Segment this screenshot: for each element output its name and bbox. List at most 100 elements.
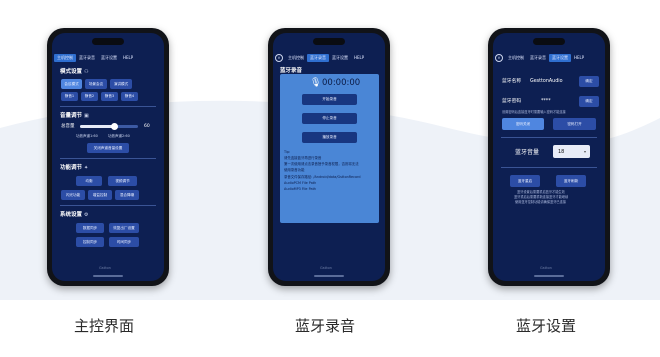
tab-bt-settings[interactable]: 蓝牙设置 — [549, 53, 571, 62]
function-button-1[interactable]: 均衡 — [76, 176, 102, 186]
bt-volume-label: 蓝牙音量 — [515, 149, 540, 156]
mode-settings-icon: ⚇ — [84, 69, 89, 75]
mode-settings-title: 模式设置 ⚇ — [60, 69, 89, 75]
brand-label: Gstton — [99, 266, 111, 270]
caption-bt-settings: 蓝牙设置 — [516, 317, 577, 335]
start-record-button[interactable]: 开始录音 — [302, 94, 357, 105]
tab-bar: ✕ 主机控制 蓝牙录音 蓝牙设置 HELP — [273, 52, 385, 63]
tip-line: 第一次使用请点击录音授予录音权限，否则将无法 — [284, 162, 359, 166]
phone-bt-record: ✕ 主机控制 蓝牙录音 蓝牙设置 HELP 蓝牙录音 🎙 00:00:00 开始… — [268, 28, 390, 286]
tab-bt-settings[interactable]: 蓝牙设置 — [329, 54, 351, 62]
bt-password-value[interactable]: **** — [541, 99, 551, 105]
record-timer: 00:00:00 — [322, 78, 361, 88]
tip-line: 使用录音功能 — [284, 168, 305, 172]
data-sync-button[interactable]: 数据同步 — [76, 223, 104, 233]
tab-bt-record[interactable]: 蓝牙录音 — [76, 54, 98, 62]
record-title: 蓝牙录音 — [280, 68, 303, 74]
mute-button-1[interactable]: 静音1 — [61, 92, 78, 101]
divider — [60, 205, 156, 206]
password-off-button[interactable]: 密码关闭 — [502, 118, 544, 130]
name-confirm-button[interactable]: 确定 — [579, 76, 599, 87]
screen-bt-record: ✕ 主机控制 蓝牙录音 蓝牙设置 HELP 蓝牙录音 🎙 00:00:00 开始… — [273, 33, 385, 281]
slider-fill — [80, 125, 115, 128]
microphone-icon: 🎙 — [310, 78, 322, 88]
home-indicator — [314, 275, 344, 277]
divider — [501, 137, 597, 138]
function-button-3[interactable]: 闪光功能 — [61, 190, 85, 200]
home-indicator — [534, 275, 564, 277]
tip-line: AudioPCM File Path — [284, 181, 317, 185]
bt-name-value[interactable]: GesttonAudio — [530, 79, 563, 85]
tab-bt-settings[interactable]: 蓝牙设置 — [98, 54, 120, 62]
bt-volume-select[interactable]: 18 ▾ — [553, 145, 590, 158]
mode-button-1[interactable]: 会议模式 — [61, 79, 82, 89]
total-volume-label: 总音量 — [61, 124, 75, 129]
tab-bar: 主机控制 蓝牙录音 蓝牙设置 HELP — [52, 52, 164, 63]
tab-help[interactable]: HELP — [120, 54, 136, 62]
mute-button-2[interactable]: 静音2 — [81, 92, 98, 101]
tip-line: Tip: — [284, 150, 291, 154]
password-confirm-button[interactable]: 确定 — [579, 96, 599, 107]
channel2-value: 功放声道2:60 — [108, 134, 130, 138]
brand-label: Gstton — [540, 266, 552, 270]
tab-host-control[interactable]: 主机控制 — [505, 54, 527, 62]
bt-name-label: 蓝牙名称 — [502, 79, 522, 84]
dynamic-island — [313, 38, 345, 45]
total-volume-value: 60 — [144, 124, 150, 129]
bt-note-line: 使用蓝牙控制功能请确保蓝牙已连接 — [515, 200, 566, 204]
total-volume-slider[interactable] — [80, 123, 138, 130]
bt-restart-button[interactable]: 蓝牙重启 — [510, 175, 540, 187]
channel1-value: 功放声道1:60 — [76, 134, 98, 138]
caption-main-control: 主控界面 — [74, 317, 135, 335]
divider — [60, 106, 156, 107]
chevron-down-icon: ▾ — [583, 149, 586, 154]
tip-line: 请先连接蓝牙再进行录音 — [284, 156, 322, 160]
tab-host-control[interactable]: 主机控制 — [285, 54, 307, 62]
volume-title: 音量调节 ▣ — [60, 113, 89, 119]
control-sync-button[interactable]: 控制同步 — [76, 237, 104, 247]
mute-button-3[interactable]: 静音3 — [101, 92, 118, 101]
brand-label: Gstton — [320, 266, 332, 270]
tip-line: 录音文件保存路径: /Android/data/GsttonRecord — [284, 175, 361, 179]
tab-host-control[interactable]: 主机控制 — [54, 53, 76, 62]
home-indicator — [93, 275, 123, 277]
tab-help[interactable]: HELP — [571, 54, 587, 62]
function-button-5[interactable]: 混合降噪 — [115, 190, 139, 200]
phone-bt-settings: ✕ 主机控制 蓝牙录音 蓝牙设置 HELP 蓝牙名称 GesttonAudio … — [488, 28, 610, 286]
play-record-button[interactable]: 播放录音 — [302, 132, 357, 143]
dynamic-island — [92, 38, 124, 45]
mode-button-3[interactable]: 演讲模式 — [110, 79, 132, 89]
divider — [60, 158, 156, 159]
function-title: 功能调节 ✦ — [60, 165, 89, 171]
screen-main-control: 主机控制 蓝牙录音 蓝牙设置 HELP 模式设置 ⚇ 会议模式 场景会议 演讲模式… — [52, 33, 164, 281]
password-on-button[interactable]: 密码打开 — [553, 118, 596, 130]
bt-refresh-button[interactable]: 蓝牙刷新 — [556, 175, 586, 187]
factory-reset-button[interactable]: 恢复出厂设置 — [109, 223, 139, 233]
bt-volume-value: 18 — [558, 148, 565, 155]
divider — [501, 167, 597, 168]
tab-bt-record[interactable]: 蓝牙录音 — [307, 53, 329, 62]
bt-password-label: 蓝牙密码 — [502, 99, 522, 104]
close-icon[interactable]: ✕ — [275, 53, 283, 62]
close-icon[interactable]: ✕ — [495, 53, 503, 62]
gear-icon: ⚙ — [84, 212, 89, 218]
tab-help[interactable]: HELP — [351, 54, 367, 62]
stop-record-button[interactable]: 停止录音 — [302, 113, 357, 124]
tab-bt-record[interactable]: 蓝牙录音 — [527, 54, 549, 62]
speaker-icon: ▣ — [84, 113, 89, 119]
function-button-2[interactable]: 视频调节 — [108, 176, 137, 186]
tab-bar: ✕ 主机控制 蓝牙录音 蓝牙设置 HELP — [493, 52, 605, 63]
reset-volume-button[interactable]: 关闭声道音量设置 — [87, 143, 129, 153]
system-title: 系统设置 ⚙ — [60, 212, 89, 218]
record-panel: 🎙 00:00:00 开始录音 停止录音 播放录音 Tip: 请先连接蓝牙再进行… — [280, 74, 379, 223]
password-note: 设置密码后连接蓝牙时需要输入密码才能连接 — [502, 110, 566, 114]
time-sync-button[interactable]: 时间同步 — [109, 237, 139, 247]
caption-bt-record: 蓝牙录音 — [295, 317, 356, 335]
screen-bt-settings: ✕ 主机控制 蓝牙录音 蓝牙设置 HELP 蓝牙名称 GesttonAudio … — [493, 33, 605, 281]
mute-button-4[interactable]: 静音4 — [121, 92, 138, 101]
phone-main-control: 主机控制 蓝牙录音 蓝牙设置 HELP 模式设置 ⚇ 会议模式 场景会议 演讲模式… — [47, 28, 169, 286]
function-icon: ✦ — [84, 165, 89, 171]
slider-thumb[interactable] — [111, 123, 119, 130]
mode-button-2[interactable]: 场景会议 — [85, 79, 107, 89]
function-button-4[interactable]: 增益控制 — [88, 190, 112, 200]
